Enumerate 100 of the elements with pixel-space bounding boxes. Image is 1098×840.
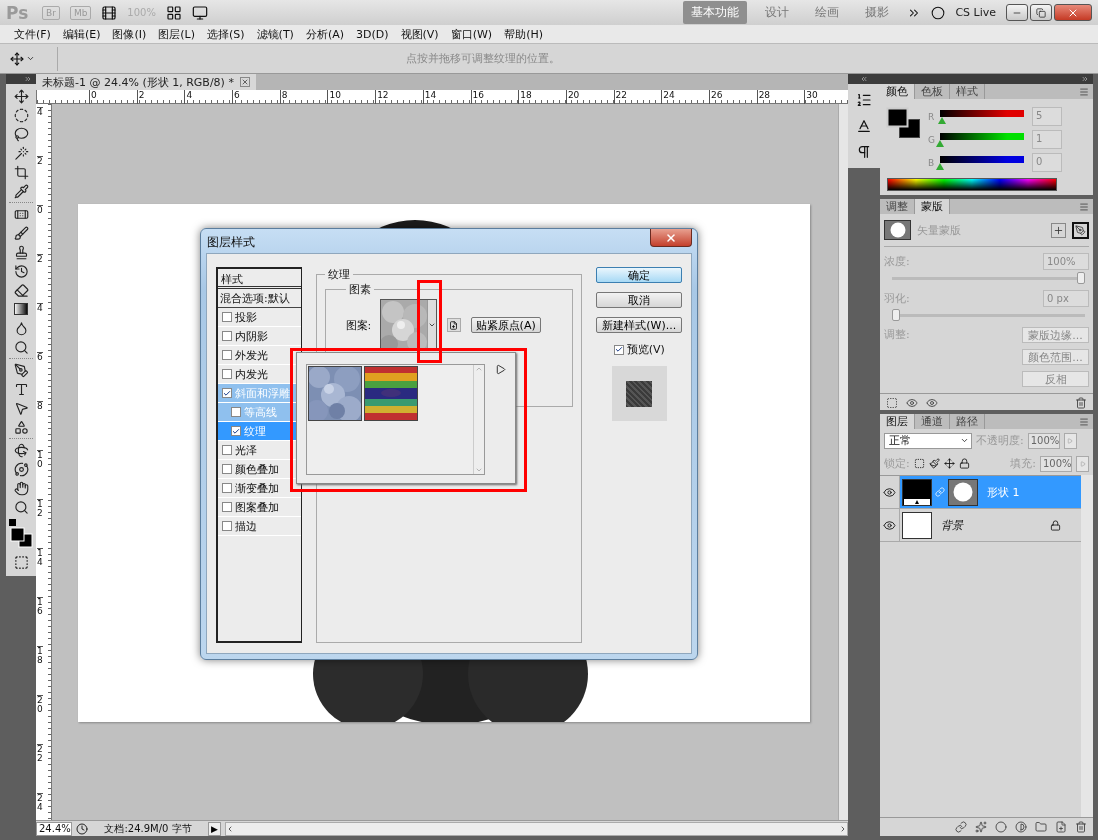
lock-transparency-icon[interactable] (913, 458, 925, 469)
menu-item[interactable]: 帮助(H) (498, 26, 549, 42)
checkbox[interactable] (222, 521, 232, 531)
gradient-icon[interactable] (14, 303, 28, 315)
stamp-icon[interactable] (13, 244, 29, 260)
checkbox[interactable] (222, 350, 232, 360)
wand-icon[interactable] (13, 145, 29, 161)
pipette-icon[interactable] (13, 183, 29, 199)
menu-item[interactable]: 图层(L) (152, 26, 201, 42)
panel-tab[interactable]: 通道 (915, 414, 950, 429)
dialog-button[interactable]: 确定 (596, 267, 682, 283)
minimize-button[interactable] (1006, 4, 1028, 21)
expand-icon[interactable] (24, 75, 32, 83)
style-item[interactable]: 描边 (218, 517, 301, 536)
vertical-scrollbar[interactable] (838, 104, 848, 820)
checkbox[interactable] (222, 502, 232, 512)
info-menu-button[interactable]: ▶ (208, 821, 221, 836)
horizontal-scrollbar[interactable] (224, 821, 848, 836)
panel-tab[interactable]: 路径 (950, 414, 985, 429)
rotate-icon[interactable] (13, 442, 29, 458)
eye-icon[interactable] (883, 485, 896, 499)
panel-tab[interactable]: 色板 (915, 84, 950, 99)
move-icon[interactable] (13, 88, 29, 104)
style-item[interactable]: 图案叠加 (218, 498, 301, 517)
checkbox[interactable] (222, 483, 232, 493)
menu-item[interactable]: 窗口(W) (444, 26, 499, 42)
new-layer-icon[interactable] (1055, 821, 1067, 833)
mask-thumbnail[interactable] (884, 220, 911, 240)
tool-preset-picker[interactable] (10, 46, 58, 71)
eye-icon[interactable] (926, 397, 938, 409)
menu-item[interactable]: 视图(V) (394, 26, 445, 42)
panel-tab[interactable]: 图层 (880, 414, 915, 429)
menu-item[interactable]: 选择(S) (201, 26, 251, 42)
checkbox[interactable] (613, 344, 624, 355)
document-tab[interactable]: 未标题-1 @ 24.4% (形状 1, RGB/8) * (36, 74, 256, 90)
pointer-icon[interactable] (13, 400, 29, 416)
folder-icon[interactable] (1035, 821, 1047, 833)
crop-icon[interactable] (13, 164, 29, 180)
history-icon[interactable] (13, 263, 29, 279)
fill-field[interactable]: 100% (1040, 455, 1072, 472)
panel-tab[interactable]: 蒙版 (915, 199, 950, 214)
adjustment-icon[interactable] (1015, 821, 1027, 833)
menu-item[interactable]: 分析(A) (299, 26, 350, 42)
new-preset-button[interactable] (446, 318, 461, 332)
blend-mode-select[interactable]: 正常 (884, 432, 972, 449)
dialog-button[interactable]: 取消 (596, 292, 682, 308)
eye-icon[interactable] (883, 518, 896, 532)
checkbox[interactable] (222, 312, 232, 322)
snap-origin-button[interactable]: 贴紧原点(A) (470, 317, 541, 333)
checkbox[interactable] (222, 388, 232, 398)
orbit-icon[interactable] (13, 461, 29, 477)
opacity-field[interactable]: 100% (1027, 432, 1060, 449)
quick-mask-icon[interactable] (13, 555, 29, 570)
lasso-icon[interactable] (13, 126, 29, 142)
lock-pixels-icon[interactable] (928, 458, 940, 469)
character-icon[interactable] (856, 118, 872, 134)
zoom-icon[interactable] (13, 499, 29, 515)
arrange-icon[interactable] (165, 4, 182, 21)
menu-item[interactable]: 滤镜(T) (250, 26, 300, 42)
panel-tab[interactable]: 颜色 (880, 84, 915, 99)
link-icon[interactable] (955, 821, 967, 833)
expand-icon[interactable] (1081, 75, 1089, 83)
cs-live-menu[interactable]: CS Live (955, 6, 996, 19)
menu-item[interactable]: 文件(F) (8, 26, 57, 42)
magnifier-icon[interactable] (13, 339, 29, 355)
trash-icon[interactable] (1075, 397, 1087, 409)
checkbox[interactable] (222, 464, 232, 474)
add-pixel-mask-icon[interactable] (1053, 224, 1064, 236)
pattern-swatch[interactable] (308, 366, 362, 421)
close-button[interactable] (1054, 4, 1092, 21)
sparkles-icon[interactable] (975, 821, 987, 833)
style-item[interactable]: 投影 (218, 308, 301, 327)
collapse-icon[interactable] (860, 75, 868, 83)
droplet-icon[interactable] (13, 320, 29, 336)
cs-live-icon[interactable] (931, 5, 946, 20)
color-spectrum[interactable] (887, 178, 1057, 191)
layers-scrollbar[interactable] (1081, 475, 1093, 817)
selection-icon[interactable] (886, 397, 898, 409)
menu-item[interactable]: 编辑(E) (56, 26, 107, 42)
restore-button[interactable] (1030, 4, 1052, 21)
slider-thumb[interactable] (936, 162, 944, 170)
view-icon[interactable] (906, 397, 918, 409)
blend-options-item[interactable]: 混合选项:默认 (218, 289, 301, 308)
menu-item[interactable]: 图像(I) (106, 26, 153, 42)
mask-thumbnail[interactable] (948, 478, 978, 506)
dialog-button[interactable]: 新建样式(W)... (596, 317, 682, 333)
slider-thumb[interactable] (1077, 272, 1085, 284)
menu-item[interactable]: 3D(D) (350, 27, 395, 41)
pattern-picker[interactable] (379, 299, 437, 351)
add-mask-icon[interactable] (995, 821, 1007, 833)
clock-icon[interactable] (76, 822, 88, 835)
checkbox[interactable] (231, 407, 241, 417)
style-item[interactable]: 内阴影 (218, 327, 301, 346)
vector-mask-icon[interactable] (1075, 224, 1086, 236)
slider-thumb[interactable] (937, 116, 946, 124)
hand-icon[interactable] (13, 480, 29, 496)
lock-all-icon[interactable] (958, 458, 970, 469)
screen-mode-icon[interactable] (191, 4, 208, 21)
pattern-swatch[interactable] (364, 366, 418, 421)
workspace-button[interactable]: 摄影 (857, 1, 898, 24)
